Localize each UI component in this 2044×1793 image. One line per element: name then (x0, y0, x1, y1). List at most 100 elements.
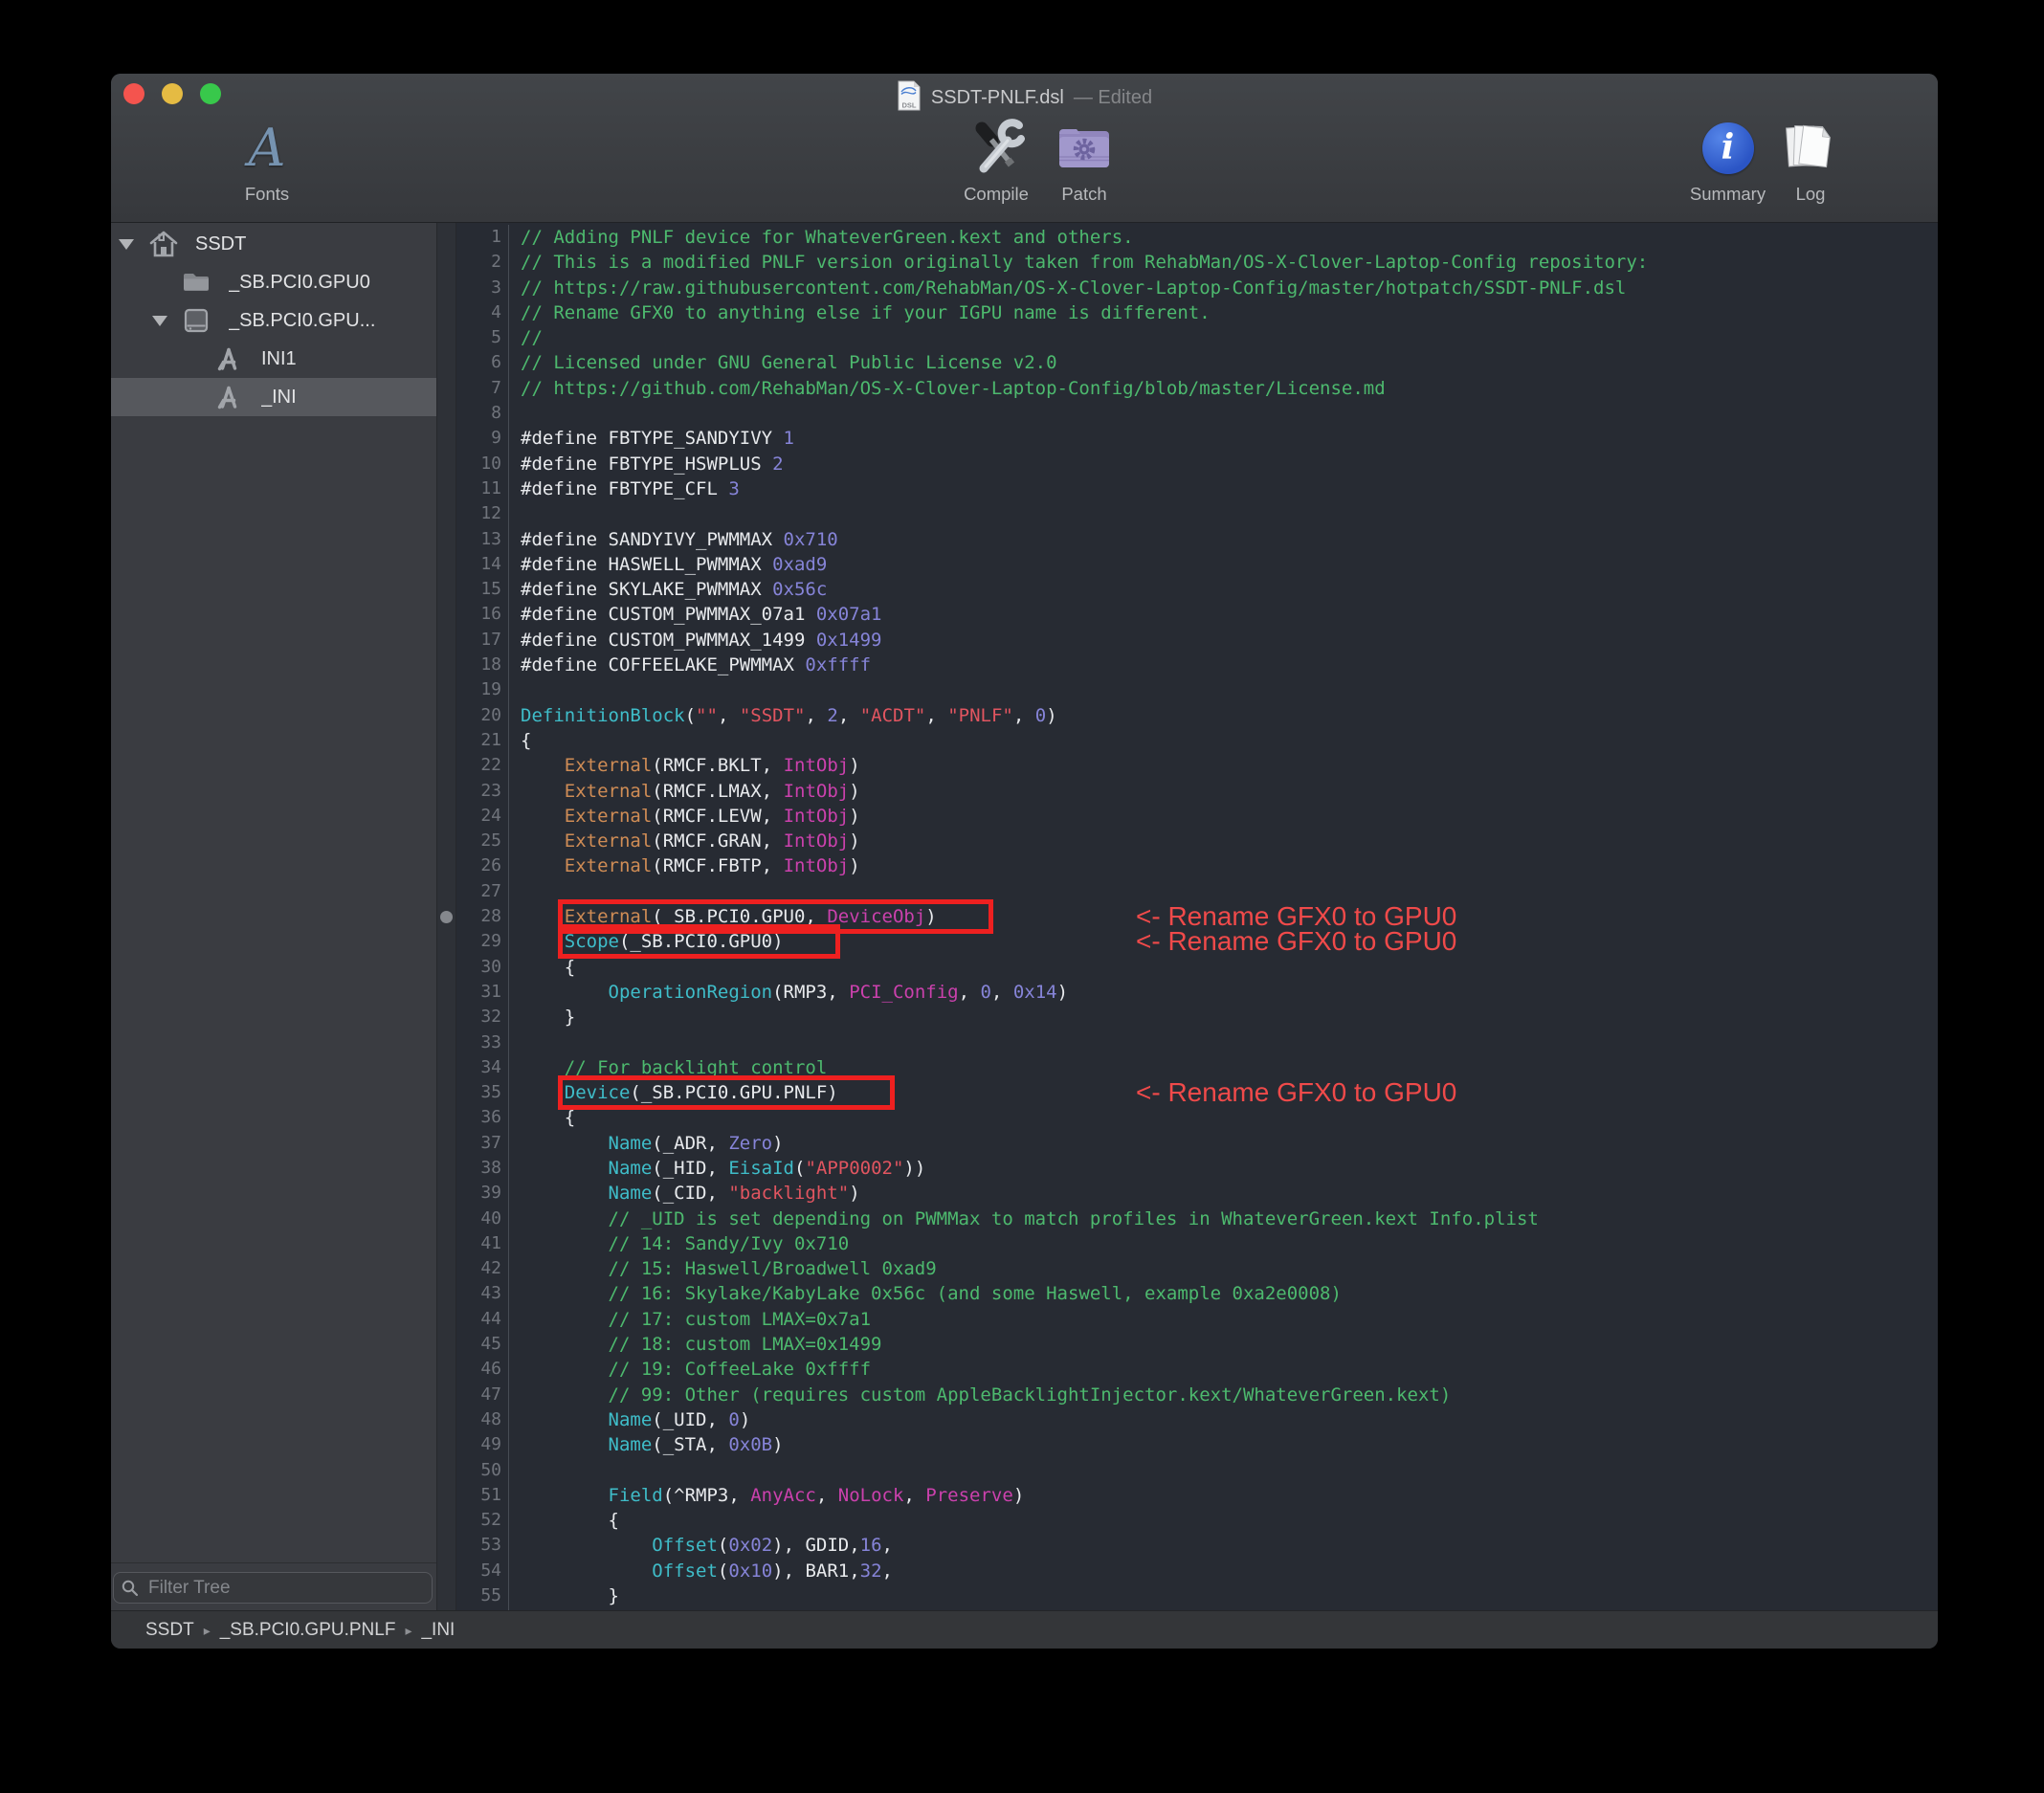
tree-item-ini1[interactable]: INI1 (111, 340, 436, 378)
line-number: 11 (456, 476, 509, 502)
line-number: 29 (456, 929, 509, 955)
code-text: // This is a modified PNLF version origi… (521, 252, 1649, 274)
document-title: SSDT-PNLF.dsl (930, 87, 1064, 108)
line-number: 9 (456, 426, 509, 452)
code-text: #define HASWELL_PWMMAX 0xad9 (521, 553, 828, 575)
code-line: 13 #define SANDYIVY_PWMMAX 0x710 (456, 526, 1938, 552)
disclosure-triangle[interactable] (119, 238, 147, 250)
sidebar: SSDT _SB.PCI0.GPU0 _SB.PCI0.GPU... INI1 _INI (111, 223, 437, 1610)
line-number: 50 (456, 1457, 509, 1483)
red-annotation-box: External(_SB.PCI0.GPU0, DeviceObj) (557, 899, 993, 935)
line-number: 14 (456, 551, 509, 578)
tree-item-label: SSDT (195, 232, 247, 255)
title-bar: DSL SSDT-PNLF.dsl — Edited (111, 74, 1938, 115)
code-text: Field(^RMP3, AnyAcc, NoLock, Preserve) (608, 1484, 1025, 1506)
line-number: 55 (456, 1583, 509, 1609)
code-text: DefinitionBlock("", "SSDT", 2, "ACDT", "… (521, 704, 1057, 726)
code-text: External(RMCF.BKLT, IntObj) (564, 755, 860, 777)
line-number: 1 (456, 225, 509, 251)
log-button[interactable]: Log (1780, 119, 1841, 205)
code-line: 10 #define FBTYPE_HSWPLUS 2 (456, 451, 1938, 476)
tree-item-ssdt[interactable]: SSDT (111, 225, 436, 263)
tree-item-sb-pci0-gpu[interactable]: _SB.PCI0.GPU... (111, 301, 436, 340)
line-number: 47 (456, 1382, 509, 1407)
code-line: 21 { (456, 727, 1938, 754)
code-text: External(RMCF.FBTP, IntObj) (564, 855, 860, 877)
code-text: // Licensed under GNU General Public Lic… (521, 352, 1057, 374)
line-number: 20 (456, 702, 509, 728)
code-text: // 15: Haswell/Broadwell 0xad9 (521, 1258, 937, 1280)
code-line: 6 // Licensed under GNU General Public Li… (456, 350, 1938, 376)
fonts-button[interactable]: A Fonts (229, 119, 305, 205)
line-number: 32 (456, 1005, 509, 1030)
patch-button[interactable]: Patch (1039, 119, 1129, 205)
line-number: 4 (456, 299, 509, 326)
code-line: 16 #define CUSTOM_PWMMAX_07a1 0x07a1 (456, 602, 1938, 628)
code-text: { (521, 1107, 576, 1129)
line-number: 25 (456, 829, 509, 854)
code-line: 12 (456, 501, 1938, 527)
code-line: 50 (456, 1457, 1938, 1483)
close-button[interactable] (123, 83, 144, 104)
code-text: } (521, 1585, 619, 1607)
code-line: 30 { (456, 954, 1938, 980)
code-line: 42 // 15: Haswell/Broadwell 0xad9 (456, 1256, 1938, 1282)
line-number: 54 (456, 1558, 509, 1584)
line-number: 26 (456, 853, 509, 879)
code-text: } (521, 1007, 576, 1029)
code-text: // For backlight control (521, 1056, 828, 1078)
code-line: 17 #define CUSTOM_PWMMAX_1499 0x1499 (456, 627, 1938, 653)
code-text: // https://raw.githubusercontent.com/Reh… (521, 277, 1627, 299)
disclosure-triangle[interactable] (152, 315, 181, 326)
line-number: 10 (456, 451, 509, 476)
line-number: 42 (456, 1256, 509, 1282)
summary-info-icon: i (1673, 119, 1783, 178)
code-text: Offset(0x10), BAR1,32, (652, 1560, 893, 1582)
code-text: // 14: Sandy/Ivy 0x710 (521, 1232, 850, 1254)
code-text: OperationRegion(RMP3, PCI_Config, 0, 0x1… (608, 981, 1069, 1003)
tree-item-label: _SB.PCI0.GPU... (229, 309, 376, 331)
breadcrumb-item[interactable]: _INI (421, 1620, 455, 1640)
line-number: 3 (456, 275, 509, 300)
code-editor[interactable]: 1 // Adding PNLF device for WhateverGreen… (456, 223, 1938, 1610)
minimize-button[interactable] (162, 83, 183, 104)
line-number: 15 (456, 577, 509, 603)
toolbar: A Fonts Compile Patch i Summary Log (111, 115, 1938, 222)
edited-indicator: — Edited (1073, 87, 1153, 108)
code-line: 36 { (456, 1105, 1938, 1131)
tree-item-sb-pci0-gpu0[interactable]: _SB.PCI0.GPU0 (111, 263, 436, 301)
patch-label: Patch (1061, 184, 1107, 204)
folder-icon (181, 268, 229, 297)
summary-button[interactable]: i Summary (1673, 119, 1783, 205)
code-text: // Adding PNLF device for WhateverGreen.… (521, 227, 1134, 248)
line-number: 12 (456, 501, 509, 527)
filter-tree-input[interactable] (113, 1572, 433, 1604)
code-line: 3 // https://raw.githubusercontent.com/Re… (456, 275, 1938, 300)
window-chrome: DSL SSDT-PNLF.dsl — Edited A Fonts Compi… (111, 74, 1938, 223)
line-number: 45 (456, 1332, 509, 1358)
code-text: { (521, 956, 576, 978)
compile-button[interactable]: Compile (937, 119, 1055, 205)
code-text: // 99: Other (requires custom AppleBackl… (521, 1383, 1452, 1406)
fonts-label: Fonts (244, 184, 290, 204)
line-number: 8 (456, 401, 509, 427)
zoom-button[interactable] (200, 83, 221, 104)
code-text: #define SKYLAKE_PWMMAX 0x56c (521, 579, 828, 601)
code-line: 53 Offset(0x02), GDID,16, (456, 1533, 1938, 1559)
line-number: 7 (456, 375, 509, 402)
code-line: 11 #define FBTYPE_CFL 3 (456, 476, 1938, 502)
breadcrumb-item[interactable]: _SB.PCI0.GPU.PNLF (220, 1620, 396, 1640)
breadcrumb: SSDT ▸ _SB.PCI0.GPU.PNLF ▸ _INI (145, 1620, 455, 1641)
code-line: 7 // https://github.com/RehabMan/OS-X-Clo… (456, 375, 1938, 402)
code-text: // 16: Skylake/KabyLake 0x56c (and some … (521, 1283, 1342, 1305)
breadcrumb-item[interactable]: SSDT (145, 1620, 194, 1640)
tree-item-ini[interactable]: _INI (111, 378, 436, 416)
code-line: 47 // 99: Other (requires custom AppleBa… (456, 1382, 1938, 1407)
code-text: Device(_SB.PCI0.GPU.PNLF) (509, 1075, 895, 1111)
code-text: External(_SB.PCI0.GPU0, DeviceObj) (509, 899, 993, 935)
code-text: // 18: custom LMAX=0x1499 (521, 1334, 882, 1356)
code-line: 29 Scope(_SB.PCI0.GPU0) <- Rename GFX0 to… (456, 924, 1938, 960)
